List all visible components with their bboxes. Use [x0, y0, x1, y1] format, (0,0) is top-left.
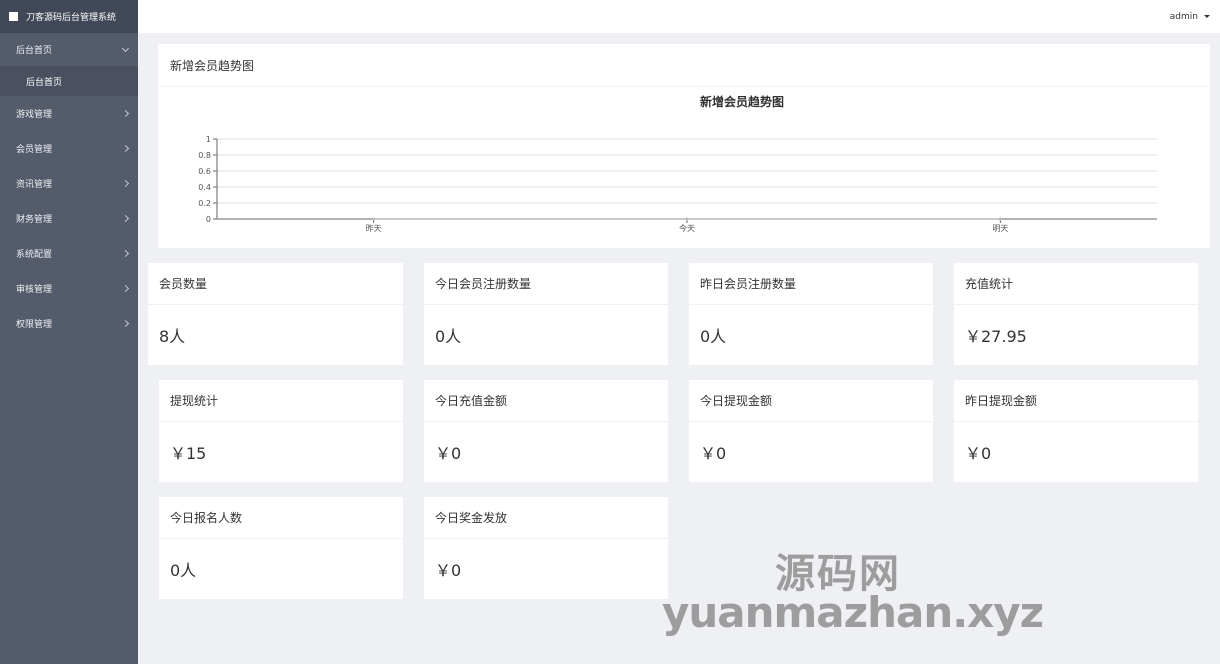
x-tick-label: 明天 [992, 224, 1008, 233]
y-tick-label: 0 [206, 215, 211, 224]
sidebar: 刀客源码后台管理系统 后台首页 后台首页 游戏管理 会员管理 资讯管理 财务管理… [0, 0, 138, 664]
stat-card-value: ￥0 [435, 444, 462, 463]
y-tick-label: 0.2 [198, 199, 211, 208]
stat-card-today-bonus: 今日奖金发放 ￥0 [424, 497, 668, 599]
stat-card-today-signups: 今日报名人数 0人 [159, 497, 403, 599]
data-point [372, 217, 376, 221]
stat-card-title: 今日提现金额 [689, 380, 933, 422]
sidebar-item-label: 资讯管理 [16, 180, 53, 190]
stat-card-value: ￥0 [435, 561, 462, 580]
user-menu[interactable]: admin [1170, 0, 1210, 33]
top-bar: admin [138, 0, 1220, 33]
sidebar-item-permissions[interactable]: 权限管理 [0, 306, 138, 341]
sidebar-item-label: 后台首页 [16, 46, 53, 56]
brand[interactable]: 刀客源码后台管理系统 [0, 0, 138, 33]
stat-card-title: 昨日会员注册数量 [689, 263, 933, 305]
stat-card-value: ￥27.95 [965, 327, 1027, 346]
stat-card-title: 今日会员注册数量 [424, 263, 668, 305]
x-tick-label: 今天 [679, 223, 695, 233]
sidebar-item-games[interactable]: 游戏管理 [0, 96, 138, 131]
sidebar-item-label: 系统配置 [16, 250, 53, 260]
stat-card-today-recharge: 今日充值金额 ￥0 [424, 380, 668, 482]
chevron-down-icon [121, 44, 130, 52]
watermark-url: yuanmazhan.xyz [662, 588, 1044, 637]
stat-card-recharge-total: 充值统计 ￥27.95 [954, 263, 1198, 365]
stat-card-title: 提现统计 [159, 380, 403, 422]
sidebar-item-label: 权限管理 [16, 320, 53, 330]
stat-card-value: 0人 [700, 327, 727, 346]
chart-title: 新增会员趋势图 [700, 94, 784, 109]
app-title: 刀客源码后台管理系统 [26, 13, 117, 23]
chevron-right-icon [121, 179, 130, 188]
sidebar-item-news[interactable]: 资讯管理 [0, 166, 138, 201]
stat-card-title: 会员数量 [148, 263, 403, 305]
username: admin [1169, 11, 1198, 22]
stat-card-value: 8人 [159, 327, 186, 346]
data-point [685, 217, 689, 221]
sidebar-item-finance[interactable]: 财务管理 [0, 201, 138, 236]
member-trend-panel: 新增会员趋势图 新增会员趋势图 1 0.8 0.6 0.4 0.2 0 昨天 今天 明天 [158, 44, 1210, 248]
sidebar-item-label: 审核管理 [16, 285, 53, 295]
stat-card-member-count: 会员数量 8人 [148, 263, 403, 365]
y-tick-label: 0.4 [198, 183, 211, 192]
stat-card-today-registrations: 今日会员注册数量 0人 [424, 263, 668, 365]
chevron-right-icon [121, 319, 130, 328]
member-trend-chart: 新增会员趋势图 1 0.8 0.6 0.4 0.2 0 昨天 今天 明天 [198, 94, 1157, 233]
y-tick-label: 0.6 [198, 167, 211, 176]
chevron-right-icon [121, 249, 130, 258]
stat-card-today-withdraw: 今日提现金额 ￥0 [689, 380, 933, 482]
panel-title: 新增会员趋势图 [158, 44, 1210, 87]
stat-card-value: 0人 [435, 327, 462, 346]
sidebar-item-label: 游戏管理 [16, 110, 53, 120]
sidebar-item-dashboard[interactable]: 后台首页 [0, 33, 138, 66]
sidebar-item-label: 财务管理 [16, 215, 53, 225]
chevron-right-icon [121, 144, 130, 153]
x-tick-label: 昨天 [366, 223, 382, 233]
stat-card-title: 充值统计 [954, 263, 1198, 305]
sidebar-item-members[interactable]: 会员管理 [0, 131, 138, 166]
stat-card-yesterday-registrations: 昨日会员注册数量 0人 [689, 263, 933, 365]
sidebar-subitem-label: 后台首页 [26, 77, 63, 88]
stat-card-title: 昨日提现金额 [954, 380, 1198, 422]
sidebar-item-label: 会员管理 [16, 145, 53, 155]
chevron-right-icon [121, 284, 130, 293]
sidebar-subitem-dashboard-home[interactable]: 后台首页 [0, 66, 138, 96]
y-tick-label: 0.8 [198, 151, 211, 160]
stat-card-value: ￥15 [170, 444, 207, 463]
stat-card-title: 今日充值金额 [424, 380, 668, 422]
sidebar-item-review[interactable]: 审核管理 [0, 271, 138, 306]
stat-card-value: ￥0 [965, 444, 992, 463]
chevron-right-icon [121, 214, 130, 223]
stat-card-yesterday-withdraw: 昨日提现金额 ￥0 [954, 380, 1198, 482]
stat-card-withdraw-total: 提现统计 ￥15 [159, 380, 403, 482]
sidebar-menu: 后台首页 后台首页 游戏管理 会员管理 资讯管理 财务管理 系统配置 审核管理 [0, 33, 138, 341]
stat-card-title: 今日报名人数 [159, 497, 403, 539]
sidebar-item-system-config[interactable]: 系统配置 [0, 236, 138, 271]
stat-card-value: ￥0 [700, 444, 727, 463]
logo-square-icon [9, 12, 18, 21]
data-point [998, 217, 1002, 221]
stat-card-title: 今日奖金发放 [424, 497, 668, 539]
chevron-right-icon [121, 109, 130, 118]
y-tick-label: 1 [206, 135, 211, 144]
stat-card-value: 0人 [170, 561, 197, 580]
caret-down-icon [1204, 15, 1210, 18]
